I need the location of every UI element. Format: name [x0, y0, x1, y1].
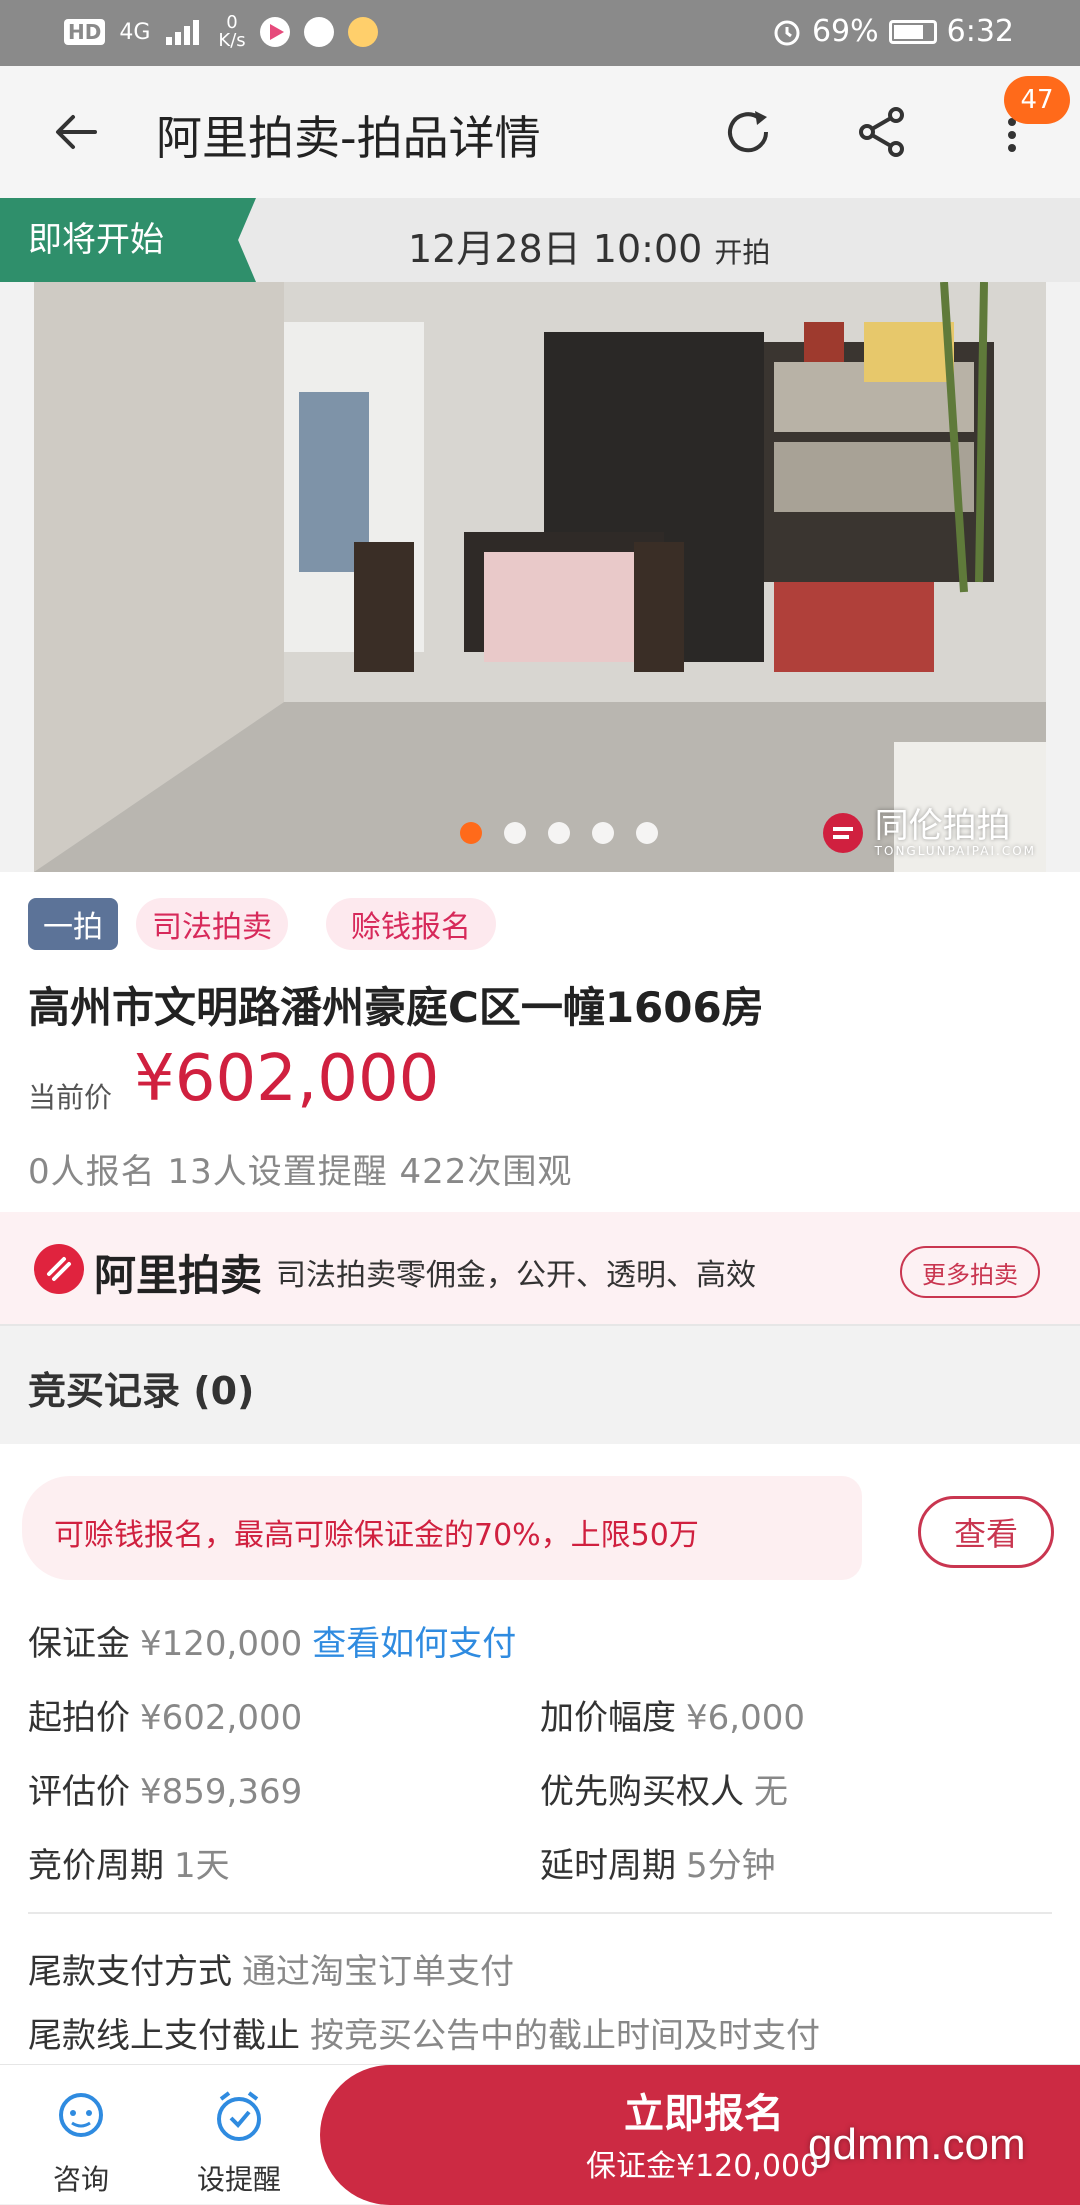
back-arrow-icon[interactable] [44, 100, 108, 164]
signup-label: 立即报名 [624, 2091, 784, 2137]
set-reminder-button[interactable]: 设提醒 [184, 2087, 294, 2198]
appraisal-row: 评估价 ¥859,369 [28, 1772, 303, 1812]
price-label: 当前价 [28, 1081, 113, 1114]
game-app-icon [347, 17, 378, 47]
carousel-dots [460, 822, 658, 844]
loan-notice: 可赊钱报名，最高可赊保证金的70%，上限50万 [22, 1476, 862, 1580]
final-payment-row: 尾款支付方式 通过淘宝订单支付 [28, 1952, 514, 1992]
carousel-dot[interactable] [460, 822, 482, 844]
start-price-row: 起拍价 ¥602,000 [28, 1698, 303, 1738]
ali-auction-logo-icon [34, 1244, 84, 1294]
video-app-icon [259, 17, 290, 47]
carousel-dot[interactable] [504, 822, 526, 844]
bid-cycle-row: 竞价周期 1天 [28, 1846, 230, 1886]
loan-notice-text: 可赊钱报名，最高可赊保证金的70%，上限50万 [54, 1518, 699, 1553]
carousel-dot[interactable] [636, 822, 658, 844]
start-time: 12月28日 10:00 开拍 [408, 227, 771, 271]
set-reminder-label: 设提醒 [196, 2163, 281, 2196]
watermark-logo-icon [822, 813, 863, 853]
hd-indicator: HD [64, 19, 106, 45]
alarm-clock-icon [217, 2091, 261, 2141]
battery-icon [888, 19, 937, 44]
app-header: 阿里拍卖-拍品详情 [0, 66, 1080, 198]
ali-auction-brand: 阿里拍卖 [94, 1251, 263, 1300]
auction-details: 可赊钱报名，最高可赊保证金的70%，上限50万 查看 保证金 ¥120,000 查看… [0, 1444, 1080, 2064]
judicial-tag: 司法拍卖 [136, 898, 288, 950]
signup-deposit: 保证金¥120,000 [586, 2149, 820, 2184]
bid-record-title: 竞买记录 (0) [28, 1369, 255, 1413]
item-info: 一拍 司法拍卖 赊钱报名 高州市文明路潘州豪庭C区一幢1606房 当前价 ¥60… [0, 872, 1080, 1212]
auction-status-strip: 即将开始 12月28日 10:00 开拍 [0, 198, 1080, 282]
deposit-row: 保证金 ¥120,000 查看如何支付 [28, 1624, 517, 1664]
music-app-icon [303, 17, 334, 47]
clock: 6:32 [946, 14, 1014, 49]
consult-button[interactable]: 咨询 [26, 2087, 136, 2198]
carousel-dot[interactable] [548, 822, 570, 844]
ali-auction-slogan: 司法拍卖零佣金，公开、透明、高效 [276, 1258, 756, 1293]
carousel-dot[interactable] [592, 822, 614, 844]
status-tag: 即将开始 [0, 198, 256, 282]
battery-percent: 69% [811, 14, 879, 49]
status-bar: HD 4G 0 K/s 69% 6:32 [0, 0, 1080, 66]
site-watermark: gdmm.com [808, 2120, 1026, 2169]
item-name: 高州市文明路潘州豪庭C区一幢1606房 [28, 983, 764, 1032]
bid-record-section[interactable]: 竞买记录 (0) [0, 1324, 1080, 1444]
alarm-icon [774, 20, 800, 45]
signal-text: 4G [119, 19, 151, 45]
consult-label: 咨询 [52, 2163, 109, 2196]
item-stats: 0人报名 13人设置提醒 422次围观 [28, 1152, 573, 1192]
item-photo-carousel[interactable]: 同伦拍拍 TONGLUNPAIPAI.COM [34, 282, 1046, 872]
notification-badge: 47 [1004, 76, 1070, 124]
net-speed: 0 K/s [218, 12, 246, 51]
ali-auction-banner: 阿里拍卖 司法拍卖零佣金，公开、透明、高效 更多拍卖 [0, 1212, 1080, 1324]
increment-row: 加价幅度 ¥6,000 [540, 1698, 805, 1738]
current-price: ¥602,000 [134, 1042, 440, 1116]
loan-signup-tag: 赊钱报名 [326, 898, 496, 950]
refresh-icon[interactable] [716, 100, 780, 164]
share-icon[interactable] [850, 100, 914, 164]
divider [28, 1912, 1052, 1914]
delay-cycle-row: 延时周期 5分钟 [540, 1846, 776, 1886]
payment-deadline-row: 尾款线上支付截止 按竞买公告中的截止时间及时支付 [28, 2016, 820, 2056]
more-auctions-button[interactable]: 更多拍卖 [900, 1246, 1040, 1298]
signal-icon [166, 20, 200, 45]
photo-watermark: 同伦拍拍 TONGLUNPAIPAI.COM [819, 808, 1036, 858]
how-to-pay-link[interactable]: 查看如何支付 [312, 1624, 516, 1664]
priority-buyer-row: 优先购买权人无 [540, 1772, 788, 1812]
consult-icon [59, 2093, 103, 2137]
view-loan-button[interactable]: 查看 [918, 1496, 1054, 1568]
page-title: 阿里拍卖-拍品详情 [156, 111, 541, 165]
round-tag: 一拍 [28, 898, 118, 950]
room-photo [34, 282, 1046, 872]
